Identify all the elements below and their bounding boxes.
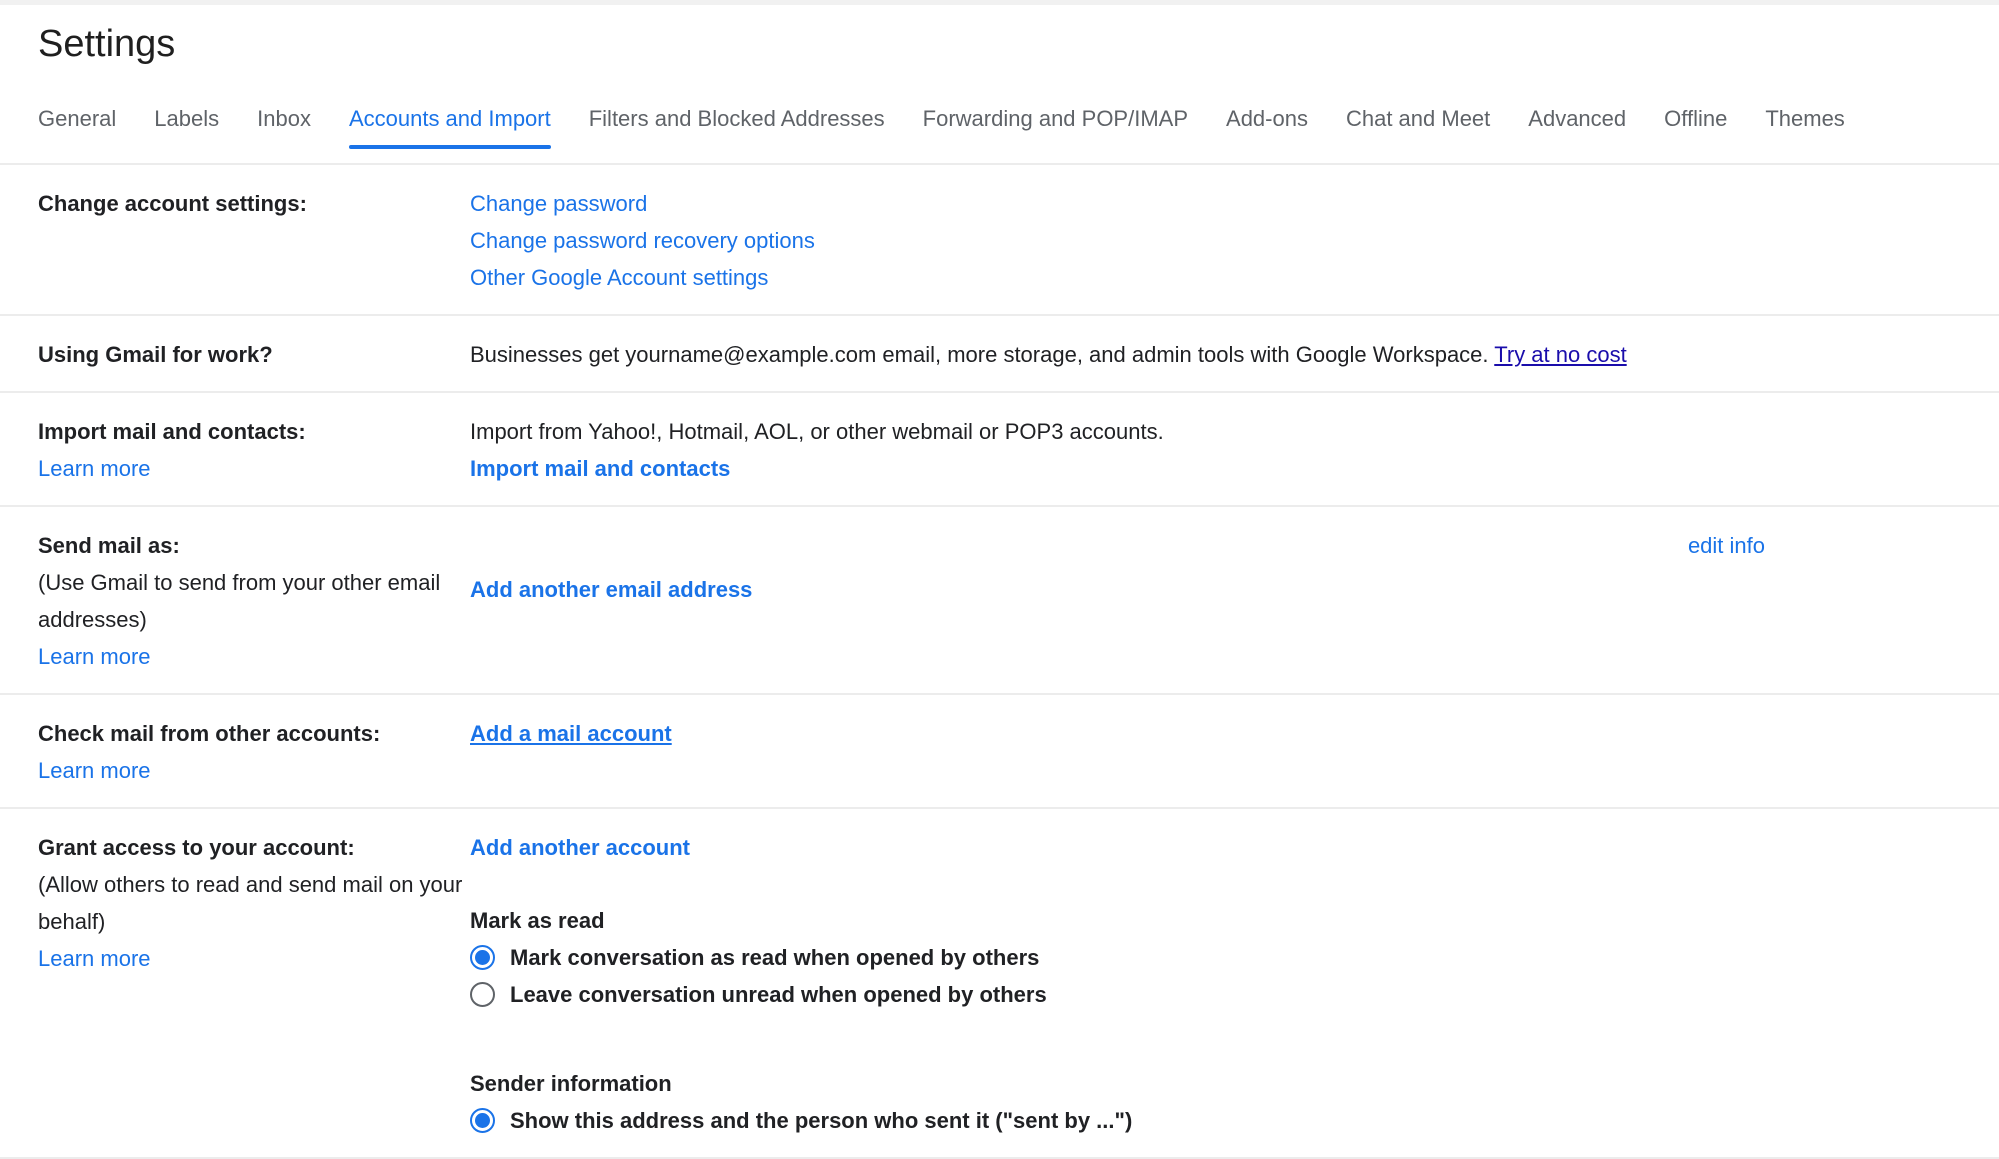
row-import-mail-and-contacts: Import mail and contacts: Learn more Imp… [0, 393, 1999, 507]
radio-button-mark-read-selected[interactable] [470, 945, 495, 970]
grant-access-label: Grant access to your account: [38, 829, 464, 866]
show-address-option-label: Show this address and the person who sen… [510, 1102, 1132, 1139]
tab-accounts-and-import[interactable]: Accounts and Import [349, 105, 551, 149]
try-at-no-cost-link[interactable]: Try at no cost [1494, 342, 1626, 367]
row-using-gmail-for-work: Using Gmail for work? Businesses get you… [0, 316, 1999, 393]
row-check-mail-from-other-accounts: Check mail from other accounts: Learn mo… [0, 695, 1999, 809]
sender-information-heading: Sender information [470, 1065, 1961, 1102]
row-send-mail-as: Send mail as: (Use Gmail to send from yo… [0, 507, 1999, 695]
tab-labels[interactable]: Labels [154, 105, 219, 149]
grant-access-sublabel: (Allow others to read and send mail on y… [38, 866, 464, 940]
tab-forwarding-and-pop-imap[interactable]: Forwarding and POP/IMAP [923, 105, 1188, 149]
gmail-for-work-text: Businesses get yourname@example.com emai… [470, 342, 1489, 367]
check-mail-learn-more-link[interactable]: Learn more [38, 752, 464, 789]
row-grant-access: Grant access to your account: (Allow oth… [0, 809, 1999, 1159]
edit-info-link[interactable]: edit info [1688, 527, 1765, 564]
send-mail-as-label: Send mail as: [38, 527, 464, 564]
import-mail-description: Import from Yahoo!, Hotmail, AOL, or oth… [470, 413, 1961, 450]
grant-access-learn-more-link[interactable]: Learn more [38, 940, 464, 977]
tab-chat-and-meet[interactable]: Chat and Meet [1346, 105, 1490, 149]
add-another-account-link[interactable]: Add another account [470, 835, 690, 860]
tab-general[interactable]: General [38, 105, 116, 149]
leave-unread-option-label: Leave conversation unread when opened by… [510, 976, 1047, 1013]
accounts-and-import-settings: Change account settings: Change password… [0, 163, 1999, 1159]
top-edge [0, 0, 1999, 5]
radio-row-leave-unread[interactable]: Leave conversation unread when opened by… [470, 976, 1961, 1013]
change-password-recovery-options-link[interactable]: Change password recovery options [470, 222, 1961, 259]
tab-offline[interactable]: Offline [1664, 105, 1727, 149]
import-mail-and-contacts-link[interactable]: Import mail and contacts [470, 456, 730, 481]
import-mail-learn-more-link[interactable]: Learn more [38, 450, 464, 487]
add-a-mail-account-link[interactable]: Add a mail account [470, 721, 672, 746]
using-gmail-for-work-label: Using Gmail for work? [38, 336, 470, 373]
page-title: Settings [38, 21, 1999, 67]
send-mail-as-sublabel: (Use Gmail to send from your other email… [38, 564, 464, 638]
change-password-link[interactable]: Change password [470, 185, 1961, 222]
import-mail-label: Import mail and contacts: [38, 419, 306, 444]
mark-as-read-group: Mark as read Mark conversation as read w… [470, 902, 1961, 1013]
tab-themes[interactable]: Themes [1765, 105, 1844, 149]
tab-advanced[interactable]: Advanced [1528, 105, 1626, 149]
radio-row-show-address[interactable]: Show this address and the person who sen… [470, 1102, 1961, 1139]
send-mail-as-learn-more-link[interactable]: Learn more [38, 638, 464, 675]
radio-button-leave-unread[interactable] [470, 982, 495, 1007]
tab-inbox[interactable]: Inbox [257, 105, 311, 149]
check-mail-label: Check mail from other accounts: [38, 721, 380, 746]
mark-as-read-heading: Mark as read [470, 902, 1961, 939]
mark-read-option-label: Mark conversation as read when opened by… [510, 939, 1039, 976]
radio-button-show-address-selected[interactable] [470, 1108, 495, 1133]
row-change-account-settings: Change account settings: Change password… [0, 165, 1999, 316]
change-account-settings-label: Change account settings: [38, 185, 470, 296]
tab-add-ons[interactable]: Add-ons [1226, 105, 1308, 149]
tab-filters-and-blocked-addresses[interactable]: Filters and Blocked Addresses [589, 105, 885, 149]
add-another-email-address-link[interactable]: Add another email address [470, 571, 752, 608]
other-google-account-settings-link[interactable]: Other Google Account settings [470, 259, 1961, 296]
sender-information-group: Sender information Show this address and… [470, 1065, 1961, 1139]
settings-tab-bar: General Labels Inbox Accounts and Import… [38, 105, 1959, 149]
radio-row-mark-read[interactable]: Mark conversation as read when opened by… [470, 939, 1961, 976]
